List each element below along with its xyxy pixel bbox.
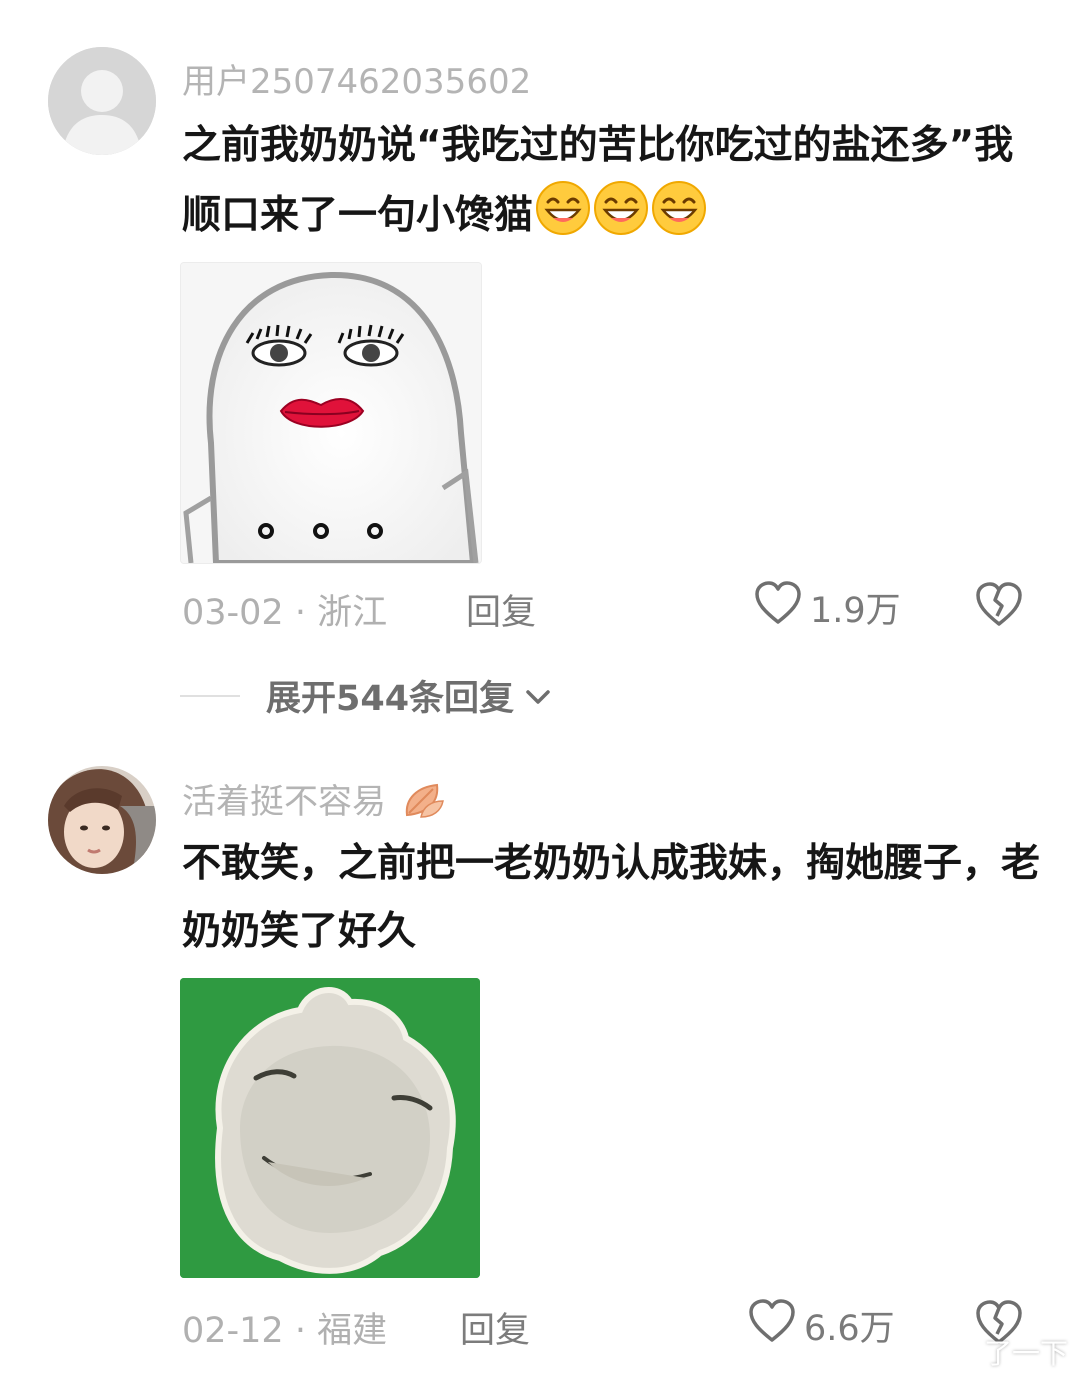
like-count: 6.6万 — [804, 1309, 895, 1349]
chevron-down-icon — [524, 676, 552, 716]
username[interactable]: 用户2507462035602 — [182, 54, 531, 103]
meta-separator: · — [294, 1311, 306, 1351]
comment-text: 不敢笑，之前把一老奶奶认成我妹，掏她腰子，老奶奶笑了好久 — [182, 841, 1041, 954]
watermark: 了一下 — [983, 1337, 1068, 1370]
round-face-green-sticker[interactable] — [180, 978, 480, 1278]
username[interactable]: 活着挺不容易 — [182, 774, 445, 828]
default-user-icon — [48, 47, 156, 155]
comment-date: 02-12 — [182, 1311, 284, 1351]
like-button[interactable]: 1.9万 — [754, 580, 901, 635]
reply-button[interactable]: 回复 — [466, 584, 536, 635]
avatar[interactable] — [48, 766, 156, 874]
like-button[interactable]: 6.6万 — [748, 1298, 895, 1353]
heart-icon — [748, 1298, 796, 1353]
broken-heart-icon — [974, 582, 1024, 632]
expand-replies-label: 展开544条回复 — [266, 679, 515, 719]
comment-meta: 02-12 · 福建 — [182, 1302, 387, 1353]
avatar[interactable] — [48, 47, 156, 155]
comment-location: 福建 — [317, 1311, 388, 1351]
comment-item: 用户2507462035602 之前我奶奶说“我吃过的苦比你吃过的盐还多”我顺口… — [0, 0, 1080, 740]
leaf-icon — [401, 781, 445, 828]
comment-date: 03-02 — [182, 593, 284, 633]
reply-button[interactable]: 回复 — [460, 1302, 530, 1353]
expand-replies-button[interactable]: 展开544条回复 — [180, 670, 552, 721]
like-count: 1.9万 — [810, 591, 901, 631]
grinning-squint-face-icon — [535, 180, 591, 258]
comment-text: 之前我奶奶说“我吃过的苦比你吃过的盐还多”我顺口来了一句小馋猫 — [182, 112, 1042, 258]
heart-icon — [754, 580, 802, 635]
grinning-squint-face-icon — [651, 180, 707, 258]
dislike-button[interactable] — [974, 580, 1024, 632]
divider-line — [180, 694, 240, 697]
comment-item: 活着挺不容易 不敢笑，之前把一老奶奶认成我妹，掏她腰子，老奶奶笑了好久 02-1… — [0, 740, 1080, 1380]
grinning-squint-face-icon — [593, 180, 649, 258]
comment-location: 浙江 — [317, 593, 388, 633]
username-label: 活着挺不容易 — [182, 782, 386, 822]
comment-meta: 03-02 · 浙江 — [182, 584, 387, 635]
meta-separator: · — [294, 593, 306, 633]
user-photo — [48, 766, 156, 874]
ghost-lipstick-sticker[interactable] — [180, 262, 482, 564]
